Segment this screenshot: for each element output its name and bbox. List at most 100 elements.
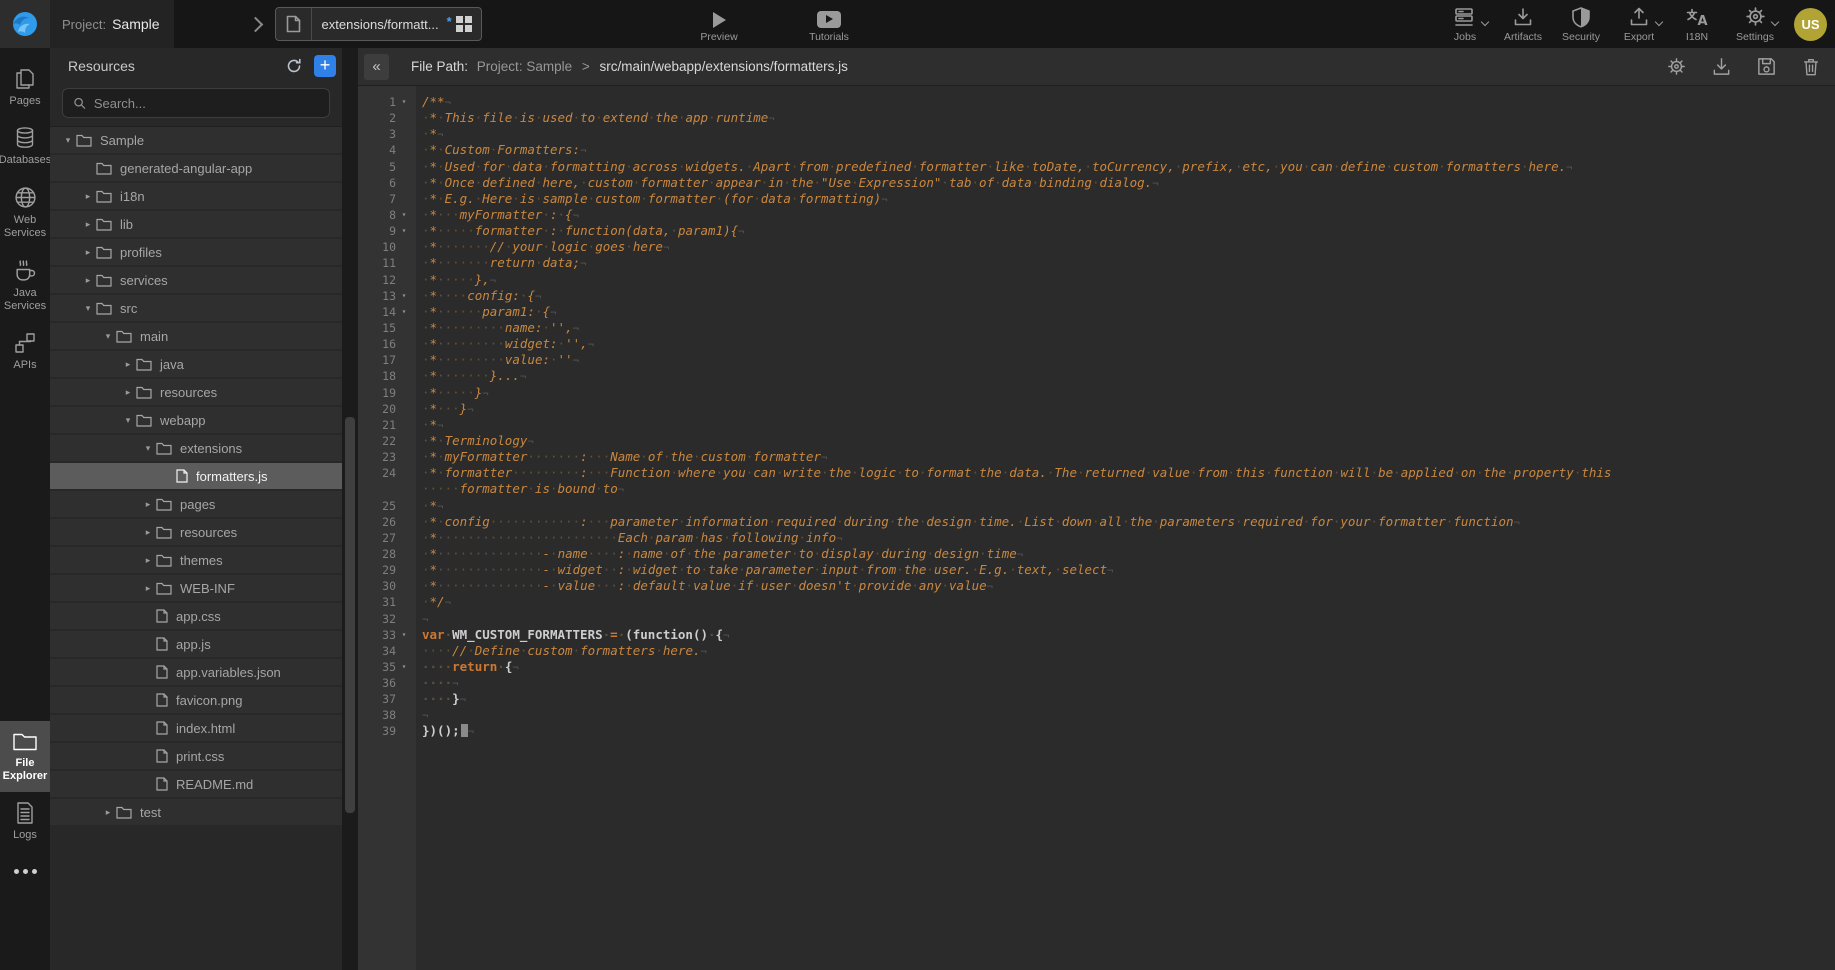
rail-item-databases[interactable]: Databases bbox=[0, 117, 50, 176]
chevron-right-icon[interactable] bbox=[247, 16, 263, 32]
tree-item-readme-md[interactable]: README.md bbox=[50, 771, 342, 797]
tree-item-src[interactable]: ▾src bbox=[50, 295, 342, 321]
code-text[interactable]: ·*·······return·data;¬ bbox=[416, 255, 1835, 271]
search-input[interactable] bbox=[94, 96, 319, 111]
code-text[interactable]: ·····formatter·is·bound·to¬ bbox=[416, 481, 1835, 497]
tree-item-java[interactable]: ▸java bbox=[50, 351, 342, 377]
save-file-button[interactable] bbox=[1756, 56, 1777, 77]
code-text[interactable]: ·*···myFormatter·:·{¬ bbox=[416, 207, 1835, 223]
code-text[interactable]: ·*·formatter·········:···Function·where·… bbox=[416, 465, 1835, 481]
code-editor[interactable]: 1▾/**¬2·*·This·file·is·used·to·extend·th… bbox=[358, 86, 1835, 970]
tree-item-i18n[interactable]: ▸i18n bbox=[50, 183, 342, 209]
fold-arrow-icon[interactable]: ▾ bbox=[396, 207, 412, 223]
code-text[interactable]: ····¬ bbox=[416, 675, 1835, 691]
expand-arrow-icon[interactable]: ▸ bbox=[140, 583, 156, 594]
rail-more-button[interactable] bbox=[0, 851, 50, 970]
expand-arrow-icon[interactable]: ▸ bbox=[140, 527, 156, 538]
jobs-button[interactable]: Jobs bbox=[1440, 1, 1490, 47]
code-text[interactable]: ·*·········name:·'',¬ bbox=[416, 320, 1835, 336]
tree-item-main[interactable]: ▾main bbox=[50, 323, 342, 349]
code-text[interactable]: ¬ bbox=[416, 611, 1835, 627]
rail-item-java-services[interactable]: Java Services bbox=[0, 249, 50, 322]
code-text[interactable]: ·*·Once·defined·here,·custom·formatter·a… bbox=[416, 175, 1835, 191]
tree-item-test[interactable]: ▸test bbox=[50, 799, 342, 825]
tree-item-lib[interactable]: ▸lib bbox=[50, 211, 342, 237]
refresh-button[interactable] bbox=[282, 54, 306, 78]
delete-file-button[interactable] bbox=[1801, 56, 1821, 77]
expand-arrow-icon[interactable]: ▸ bbox=[80, 275, 96, 286]
code-text[interactable]: var·WM_CUSTOM_FORMATTERS·=·(function()·{… bbox=[416, 627, 1835, 643]
code-text[interactable]: ·*¬ bbox=[416, 126, 1835, 142]
code-text[interactable]: ·*····config:·{¬ bbox=[416, 288, 1835, 304]
grid-icon[interactable] bbox=[456, 16, 472, 32]
settings-button[interactable]: Settings bbox=[1730, 1, 1780, 47]
fold-arrow-icon[interactable]: ▾ bbox=[396, 288, 412, 304]
open-file-tab[interactable]: extensions/formatt... * bbox=[275, 7, 482, 41]
artifacts-button[interactable]: Artifacts bbox=[1498, 1, 1548, 47]
rail-item-web-services[interactable]: Web Services bbox=[0, 176, 50, 249]
expand-arrow-icon[interactable]: ▾ bbox=[140, 443, 156, 454]
expand-arrow-icon[interactable]: ▸ bbox=[80, 247, 96, 258]
tree-item-profiles[interactable]: ▸profiles bbox=[50, 239, 342, 265]
scrollbar-thumb[interactable] bbox=[345, 417, 355, 813]
tree-item-app-js[interactable]: app.js bbox=[50, 631, 342, 657]
expand-arrow-icon[interactable]: ▸ bbox=[120, 387, 136, 398]
code-text[interactable]: ····return·{¬ bbox=[416, 659, 1835, 675]
tree-item-app-variables-json[interactable]: app.variables.json bbox=[50, 659, 342, 685]
rail-item-apis[interactable]: APIs bbox=[0, 322, 50, 381]
rail-item-file-explorer[interactable]: File Explorer bbox=[0, 721, 50, 792]
code-text[interactable]: ·*·Terminology¬ bbox=[416, 433, 1835, 449]
expand-arrow-icon[interactable]: ▾ bbox=[80, 303, 96, 314]
tree-item-services[interactable]: ▸services bbox=[50, 267, 342, 293]
tree-item-generated-angular-app[interactable]: generated-angular-app bbox=[50, 155, 342, 181]
code-text[interactable]: ····//·Define·custom·formatters·here.¬ bbox=[416, 643, 1835, 659]
fold-arrow-icon[interactable]: ▾ bbox=[396, 223, 412, 239]
resources-search[interactable] bbox=[62, 88, 330, 118]
code-text[interactable]: ·*··············-·name····:·name·of·the·… bbox=[416, 546, 1835, 562]
security-button[interactable]: Security bbox=[1556, 1, 1606, 47]
tree-item-themes[interactable]: ▸themes bbox=[50, 547, 342, 573]
tree-item-app-css[interactable]: app.css bbox=[50, 603, 342, 629]
fold-arrow-icon[interactable]: ▾ bbox=[396, 627, 412, 643]
tree-item-print-css[interactable]: print.css bbox=[50, 743, 342, 769]
app-logo[interactable] bbox=[0, 0, 50, 48]
expand-arrow-icon[interactable]: ▾ bbox=[100, 331, 116, 342]
code-text[interactable]: ·*·········value:·''¬ bbox=[416, 352, 1835, 368]
add-resource-button[interactable]: + bbox=[314, 55, 336, 77]
expand-arrow-icon[interactable]: ▸ bbox=[140, 555, 156, 566]
tree-item-pages[interactable]: ▸pages bbox=[50, 491, 342, 517]
code-text[interactable]: ·*¬ bbox=[416, 498, 1835, 514]
code-text[interactable]: ¬ bbox=[416, 707, 1835, 723]
rail-item-logs[interactable]: Logs bbox=[0, 792, 50, 851]
code-text[interactable]: ·*·Custom·Formatters:¬ bbox=[416, 142, 1835, 158]
tree-item-resources[interactable]: ▸resources bbox=[50, 379, 342, 405]
expand-arrow-icon[interactable]: ▸ bbox=[100, 807, 116, 818]
tree-scrollbar[interactable] bbox=[342, 48, 358, 970]
download-file-button[interactable] bbox=[1711, 56, 1732, 77]
fold-arrow-icon[interactable]: ▾ bbox=[396, 94, 412, 110]
tree-item-formatters-js[interactable]: formatters.js bbox=[50, 463, 342, 489]
rail-item-pages[interactable]: Pages bbox=[0, 58, 50, 117]
tree-item-resources[interactable]: ▸resources bbox=[50, 519, 342, 545]
tree-item-web-inf[interactable]: ▸WEB-INF bbox=[50, 575, 342, 601]
code-text[interactable]: ·*··············-·widget··:·widget·to·ta… bbox=[416, 562, 1835, 578]
code-text[interactable]: ·*·config············:···parameter·infor… bbox=[416, 514, 1835, 530]
code-text[interactable]: ·*·E.g.·Here·is·sample·custom·formatter·… bbox=[416, 191, 1835, 207]
code-text[interactable]: })();¬ bbox=[416, 723, 1835, 739]
expand-arrow-icon[interactable]: ▸ bbox=[80, 219, 96, 230]
code-text[interactable]: ····}¬ bbox=[416, 691, 1835, 707]
collapse-panel-button[interactable]: « bbox=[364, 54, 389, 80]
code-text[interactable]: ·*/¬ bbox=[416, 594, 1835, 610]
code-text[interactable]: ·*·Used·for·data·formatting·across·widge… bbox=[416, 159, 1835, 175]
tutorials-button[interactable]: Tutorials bbox=[804, 1, 854, 47]
project-selector[interactable]: Project: Sample bbox=[50, 0, 174, 48]
code-text[interactable]: ·*·······}...¬ bbox=[416, 368, 1835, 384]
code-text[interactable]: ·*·········widget:·'',¬ bbox=[416, 336, 1835, 352]
code-text[interactable]: ·*·····}¬ bbox=[416, 385, 1835, 401]
i18n-button[interactable]: A I18N bbox=[1672, 1, 1722, 47]
file-settings-button[interactable] bbox=[1666, 56, 1687, 77]
code-text[interactable]: ·*·······//·your·logic·goes·here¬ bbox=[416, 239, 1835, 255]
code-text[interactable]: ·*···}¬ bbox=[416, 401, 1835, 417]
preview-button[interactable]: Preview bbox=[694, 1, 744, 47]
code-text[interactable]: ·*··············-·value···:·default·valu… bbox=[416, 578, 1835, 594]
